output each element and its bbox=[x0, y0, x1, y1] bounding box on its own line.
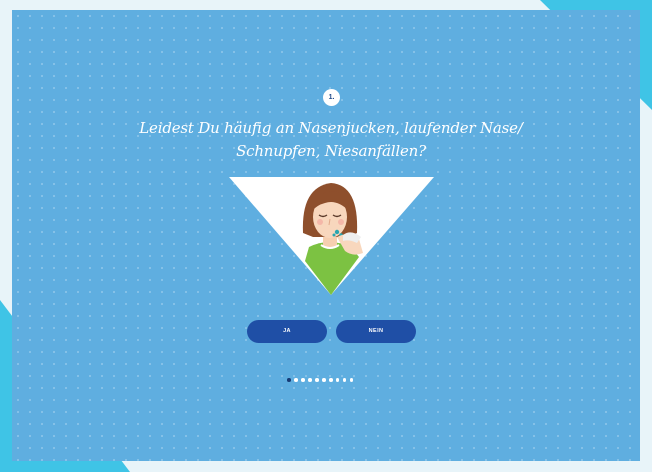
question-text: Leidest Du häufig an Nasenjucken, laufen… bbox=[130, 117, 532, 163]
progress-dot bbox=[314, 378, 319, 382]
progress-dots bbox=[287, 378, 354, 384]
no-button[interactable]: NEIN bbox=[336, 320, 416, 343]
progress-dot bbox=[321, 378, 326, 382]
progress-dot bbox=[307, 378, 312, 382]
progress-dot bbox=[287, 378, 291, 382]
progress-dot bbox=[328, 378, 333, 382]
progress-dot bbox=[342, 378, 347, 382]
progress-dot bbox=[300, 378, 305, 382]
yes-button[interactable]: JA bbox=[247, 320, 327, 343]
progress-dot bbox=[335, 378, 340, 382]
question-line-2: Schnupfen, Niesanfällen? bbox=[236, 142, 426, 160]
progress-dot bbox=[349, 378, 354, 382]
step-number-badge: 1. bbox=[323, 89, 340, 106]
sneezing-woman-illustration bbox=[229, 177, 434, 295]
progress-dot bbox=[293, 378, 298, 382]
question-line-1: Leidest Du häufig an Nasenjucken, laufen… bbox=[139, 119, 523, 137]
